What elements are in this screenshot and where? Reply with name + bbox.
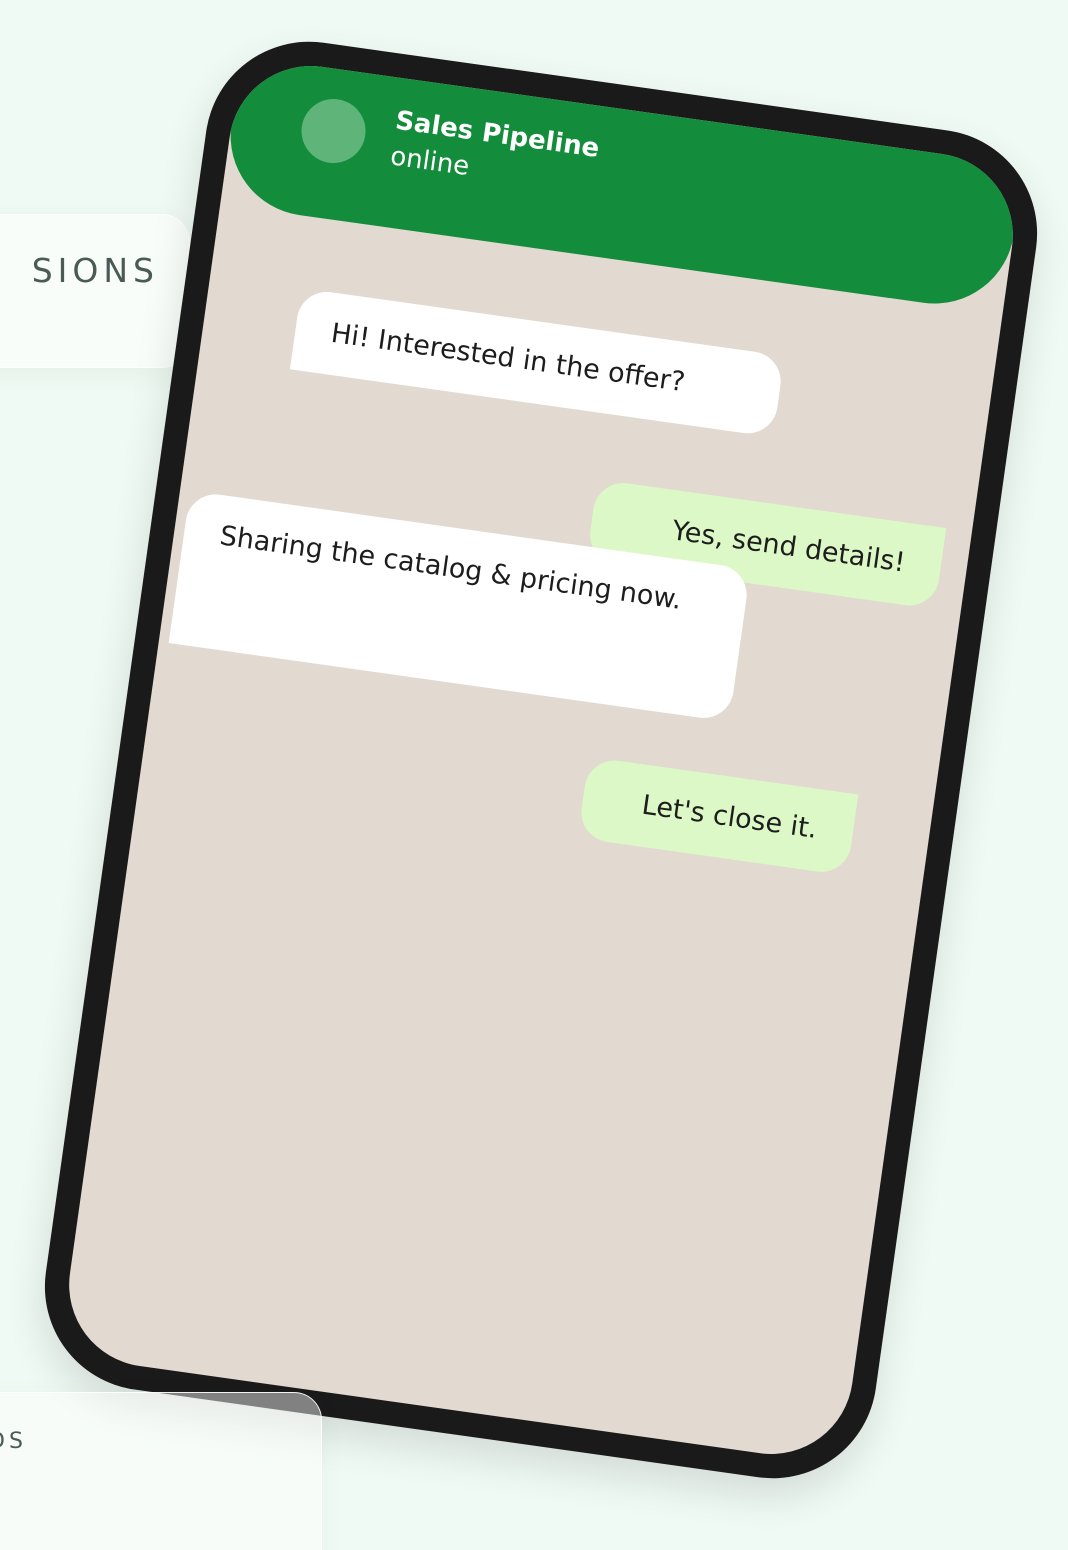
page-stage: SIONS Sales Pipeline online Hi! Interest… bbox=[0, 0, 1068, 1550]
contact-status: online bbox=[388, 141, 472, 183]
outgoing-message-bubble[interactable]: Let's close it. bbox=[577, 756, 859, 876]
background-card-bottom: ADS bbox=[0, 1392, 322, 1550]
background-card-top-label: SIONS bbox=[31, 251, 159, 290]
background-card-bottom-label: ADS bbox=[0, 1429, 27, 1454]
chat-header: Sales Pipeline online bbox=[220, 55, 1024, 314]
incoming-message-bubble[interactable]: Hi! Interested in the offer? bbox=[289, 288, 785, 438]
chat-screen: Sales Pipeline online Hi! Interested in … bbox=[58, 55, 1024, 1465]
background-card-top: SIONS bbox=[0, 214, 190, 368]
contact-avatar[interactable] bbox=[297, 94, 370, 168]
